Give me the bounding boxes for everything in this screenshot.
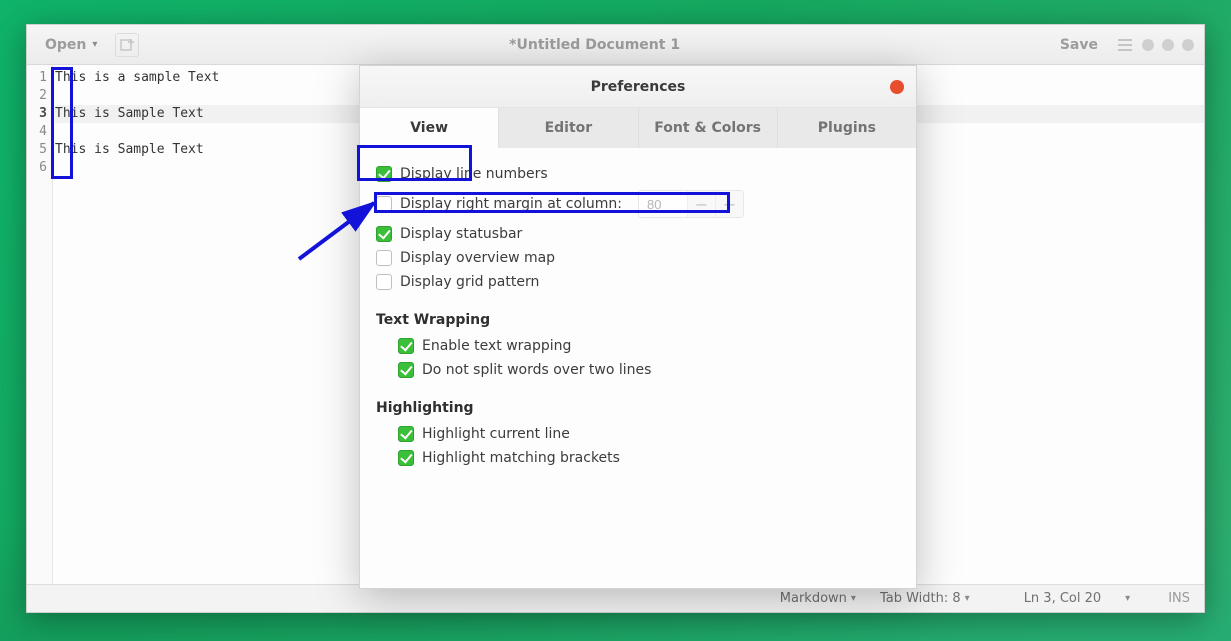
- checkbox-icon[interactable]: [398, 338, 414, 354]
- option-highlight-current-line[interactable]: Highlight current line: [398, 422, 900, 446]
- option-label: Do not split words over two lines: [422, 362, 651, 378]
- window-maximize-button[interactable]: [1162, 39, 1174, 51]
- option-label: Highlight current line: [422, 426, 570, 442]
- ins-label: INS: [1168, 591, 1190, 606]
- document-title: *Untitled Document 1: [139, 37, 1049, 53]
- decrement-button[interactable]: −: [687, 191, 715, 217]
- line-number: 6: [27, 159, 52, 177]
- preferences-tabs: View Editor Font & Colors Plugins: [360, 108, 916, 148]
- checkbox-icon[interactable]: [376, 274, 392, 290]
- save-button[interactable]: Save: [1050, 33, 1108, 57]
- chevron-down-icon[interactable]: ▾: [1125, 593, 1130, 604]
- chevron-down-icon: ▾: [851, 593, 856, 604]
- checkbox-icon[interactable]: [398, 426, 414, 442]
- tab-width-selector[interactable]: Tab Width: 8 ▾: [880, 591, 970, 606]
- cursor-position: Ln 3, Col 20: [1024, 591, 1101, 606]
- option-label: Enable text wrapping: [422, 338, 571, 354]
- checkbox-icon[interactable]: [376, 196, 392, 212]
- position-label: Ln 3, Col 20: [1024, 591, 1101, 606]
- syntax-label: Markdown: [780, 591, 847, 606]
- right-margin-input[interactable]: [639, 191, 687, 217]
- option-display-statusbar[interactable]: Display statusbar: [376, 222, 900, 246]
- checkbox-icon[interactable]: [376, 166, 392, 182]
- tab-plugins[interactable]: Plugins: [778, 108, 916, 148]
- option-label: Display grid pattern: [400, 274, 539, 290]
- tab-width-label: Tab Width: 8: [880, 591, 961, 606]
- line-gutter: 1 2 3 4 5 6: [27, 65, 53, 584]
- preferences-dialog: Preferences View Editor Font & Colors Pl…: [359, 65, 917, 589]
- line-number: 1: [27, 69, 52, 87]
- line-number: 5: [27, 141, 52, 159]
- checkbox-icon[interactable]: [376, 226, 392, 242]
- chevron-down-icon: ▾: [965, 593, 970, 604]
- line-number: 2: [27, 87, 52, 105]
- open-label: Open: [45, 37, 86, 53]
- checkbox-icon[interactable]: [376, 250, 392, 266]
- option-label: Highlight matching brackets: [422, 450, 620, 466]
- option-label: Display line numbers: [400, 166, 548, 182]
- preferences-title: Preferences: [591, 79, 686, 95]
- option-label: Display statusbar: [400, 226, 522, 242]
- option-display-grid-pattern[interactable]: Display grid pattern: [376, 270, 900, 294]
- insert-mode-indicator[interactable]: INS: [1168, 591, 1190, 606]
- chevron-down-icon: ▾: [92, 39, 97, 50]
- increment-button[interactable]: +: [715, 191, 743, 217]
- option-no-split-words[interactable]: Do not split words over two lines: [398, 358, 900, 382]
- tab-editor[interactable]: Editor: [499, 108, 638, 148]
- right-margin-spinner: − +: [638, 190, 744, 218]
- window-controls: [1142, 39, 1194, 51]
- syntax-selector[interactable]: Markdown ▾: [780, 591, 856, 606]
- option-highlight-matching-brackets[interactable]: Highlight matching brackets: [398, 446, 900, 470]
- option-enable-text-wrapping[interactable]: Enable text wrapping: [398, 334, 900, 358]
- checkbox-icon[interactable]: [398, 450, 414, 466]
- new-tab-button[interactable]: [115, 33, 139, 57]
- open-button[interactable]: Open ▾: [37, 33, 105, 57]
- close-icon[interactable]: [890, 80, 904, 94]
- section-highlighting: Highlighting: [376, 400, 900, 416]
- option-display-line-numbers[interactable]: Display line numbers: [376, 162, 900, 186]
- editor-window: Open ▾ *Untitled Document 1 Save 1 2 3 4…: [26, 24, 1205, 613]
- header-bar: Open ▾ *Untitled Document 1 Save: [27, 25, 1204, 65]
- checkbox-icon[interactable]: [398, 362, 414, 378]
- preferences-body: Display line numbers Display right margi…: [360, 148, 916, 588]
- option-label: Display right margin at column:: [400, 196, 622, 212]
- tab-font-colors[interactable]: Font & Colors: [639, 108, 778, 148]
- window-minimize-button[interactable]: [1142, 39, 1154, 51]
- preferences-header: Preferences: [360, 66, 916, 108]
- option-display-right-margin: Display right margin at column: − +: [376, 186, 900, 222]
- line-number: 3: [27, 105, 52, 123]
- hamburger-menu-button[interactable]: [1118, 39, 1132, 51]
- option-label: Display overview map: [400, 250, 555, 266]
- window-close-button[interactable]: [1182, 39, 1194, 51]
- option-display-overview-map[interactable]: Display overview map: [376, 246, 900, 270]
- line-number: 4: [27, 123, 52, 141]
- section-text-wrapping: Text Wrapping: [376, 312, 900, 328]
- tab-view[interactable]: View: [360, 108, 499, 148]
